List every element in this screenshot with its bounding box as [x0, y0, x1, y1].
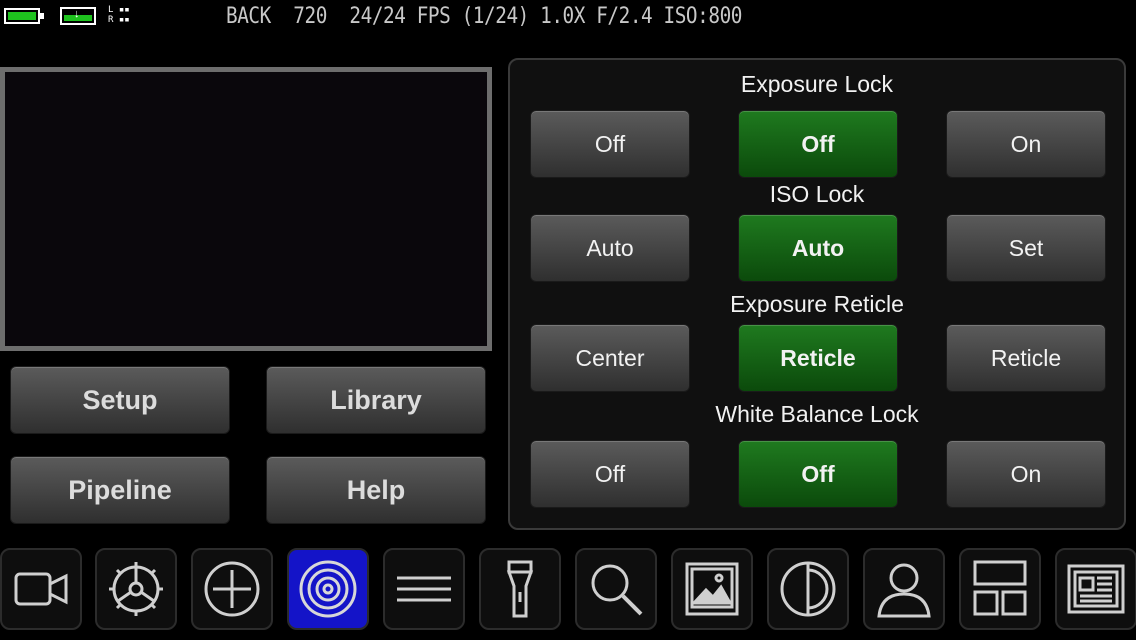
layout-grid-icon[interactable]	[959, 548, 1041, 630]
contrast-icon[interactable]	[767, 548, 849, 630]
photo-icon[interactable]	[671, 548, 753, 630]
white-balance-lock-option-2[interactable]: Off	[738, 440, 898, 508]
zoom-label: 1.0X	[540, 4, 585, 29]
shutter-label: (1/24)	[461, 4, 530, 29]
menu-lines-icon[interactable]	[383, 548, 465, 630]
exposure-reticle-option-2[interactable]: Reticle	[738, 324, 898, 392]
pipeline-button[interactable]: Pipeline	[10, 456, 230, 524]
white-balance-lock-option-3[interactable]: On	[946, 440, 1106, 508]
audio-channel-indicator: L ▪▪ R ▪▪	[108, 5, 130, 25]
white-balance-lock-title: White Balance Lock	[715, 401, 919, 427]
settings-dial-icon[interactable]	[95, 548, 177, 630]
exposure-lock-option-1[interactable]: Off	[530, 110, 690, 178]
newspaper-icon[interactable]	[1055, 548, 1136, 630]
exposure-lock-option-2[interactable]: Off	[738, 110, 898, 178]
exposure-lock-title: Exposure Lock	[740, 71, 894, 97]
exposure-lock-option-3[interactable]: On	[946, 110, 1106, 178]
iso-lock-option-2[interactable]: Auto	[738, 214, 898, 282]
iso-lock-option-1[interactable]: Auto	[530, 214, 690, 282]
battery-icon	[4, 8, 44, 24]
iso-label: ISO:800	[663, 4, 743, 29]
iso-lock-title: ISO Lock	[769, 181, 865, 207]
exposure-reticle-option-3[interactable]: Reticle	[946, 324, 1106, 392]
target-icon[interactable]	[287, 548, 369, 630]
capture-info: BACK 720 24/24 FPS (1/24) 1.0X F/2.4 ISO…	[226, 4, 742, 29]
iso-lock-option-3[interactable]: Set	[946, 214, 1106, 282]
user-icon[interactable]	[863, 548, 945, 630]
exposure-reticle-title: Exposure Reticle	[730, 291, 904, 317]
magnifier-icon[interactable]	[575, 548, 657, 630]
status-bar: ↓ L ▪▪ R ▪▪ BACK 720 24/24 FPS (1/24) 1.…	[0, 0, 1136, 34]
help-button[interactable]: Help	[266, 456, 486, 524]
library-button[interactable]: Library	[266, 366, 486, 434]
camera-label: BACK	[226, 4, 271, 29]
aperture-label: F/2.4	[596, 4, 653, 29]
resolution-label: 720	[293, 4, 327, 29]
crosshair-plus-icon[interactable]	[191, 548, 273, 630]
white-balance-lock-option-1[interactable]: Off	[530, 440, 690, 508]
setup-button[interactable]: Setup	[10, 366, 230, 434]
storage-icon: ↓	[60, 7, 96, 25]
flashlight-icon[interactable]	[479, 548, 561, 630]
exposure-reticle-option-1[interactable]: Center	[530, 324, 690, 392]
video-camera-icon[interactable]	[0, 548, 82, 630]
fps-label: 24/24 FPS	[349, 4, 451, 29]
camera-preview[interactable]	[0, 67, 492, 351]
